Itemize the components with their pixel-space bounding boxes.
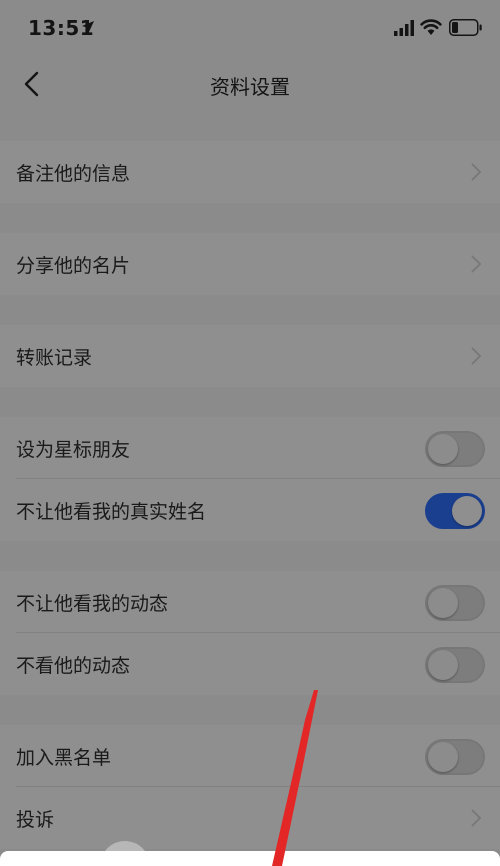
row-label: 投诉 bbox=[16, 809, 55, 831]
chevron-right-icon bbox=[471, 255, 482, 273]
chevron-right-icon bbox=[471, 163, 482, 181]
toggle-knob bbox=[428, 650, 458, 680]
row-label: 转账记录 bbox=[16, 347, 93, 369]
status-bar: 13:51 bbox=[0, 0, 500, 58]
hide-real-name-toggle[interactable] bbox=[425, 493, 485, 529]
blacklist-row: 加入黑名单 bbox=[0, 725, 500, 787]
toggle-knob bbox=[452, 496, 482, 526]
ignore-his-moments-toggle[interactable] bbox=[425, 647, 485, 683]
row-label: 备注他的信息 bbox=[16, 163, 131, 185]
report-row[interactable]: 投诉 bbox=[0, 787, 500, 849]
row-label: 不让他看我的真实姓名 bbox=[16, 501, 207, 523]
ignore-his-moments-row: 不看他的动态 bbox=[0, 633, 500, 695]
hide-my-moments-toggle[interactable] bbox=[425, 585, 485, 621]
star-friend-row: 设为星标朋友 bbox=[0, 417, 500, 479]
profile-settings-screen: 13:51 资料设置 备注他的信息 分享他的名片 转账记录 设为星标朋友 不让他… bbox=[0, 0, 500, 866]
row-label: 加入黑名单 bbox=[16, 747, 112, 769]
star-friend-toggle[interactable] bbox=[425, 431, 485, 467]
row-label: 不让他看我的动态 bbox=[16, 593, 169, 615]
wifi-icon bbox=[420, 19, 442, 35]
toggle-knob bbox=[428, 742, 458, 772]
bottom-sheet bbox=[0, 851, 500, 866]
remark-info-row[interactable]: 备注他的信息 bbox=[0, 141, 500, 203]
row-label: 不看他的动态 bbox=[16, 655, 131, 677]
location-arrow-icon bbox=[82, 21, 94, 33]
chevron-right-icon bbox=[471, 809, 482, 827]
hide-real-name-row: 不让他看我的真实姓名 bbox=[0, 479, 500, 541]
toggle-knob bbox=[428, 434, 458, 464]
share-card-row[interactable]: 分享他的名片 bbox=[0, 233, 500, 295]
page-title: 资料设置 bbox=[210, 75, 290, 99]
blacklist-toggle[interactable] bbox=[425, 739, 485, 775]
hide-my-moments-row: 不让他看我的动态 bbox=[0, 571, 500, 633]
transfer-records-row[interactable]: 转账记录 bbox=[0, 325, 500, 387]
row-label: 设为星标朋友 bbox=[16, 439, 131, 461]
toggle-knob bbox=[428, 588, 458, 618]
nav-bar: 资料设置 bbox=[0, 58, 500, 110]
battery-icon bbox=[449, 19, 482, 36]
cellular-signal-icon bbox=[394, 20, 414, 36]
row-label: 分享他的名片 bbox=[16, 255, 131, 277]
chevron-right-icon bbox=[471, 347, 482, 365]
